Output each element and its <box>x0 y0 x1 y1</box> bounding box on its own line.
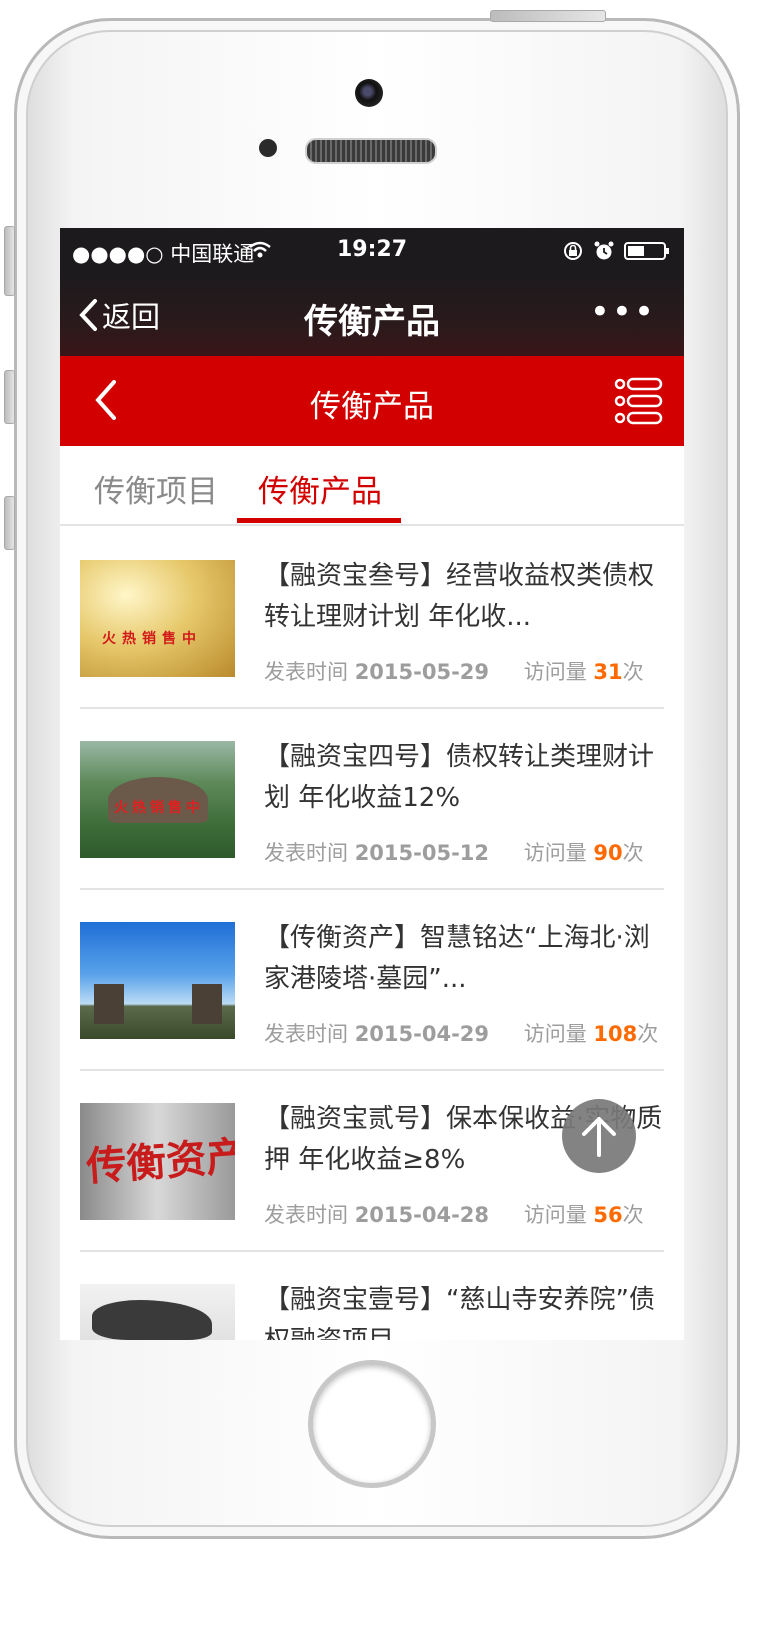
home-button[interactable] <box>308 1360 436 1488</box>
volume-down-button <box>4 496 15 550</box>
item-title: 【融资宝叁号】经营收益权类债权转让理财计划 年化收... <box>264 561 655 632</box>
tab-products[interactable]: 传衡产品 <box>258 466 382 511</box>
mute-switch <box>4 226 15 296</box>
views-label: 访问量 <box>523 841 587 865</box>
view-count: 90 <box>593 841 623 865</box>
phone-screen: ●●●●○ 中国联通 19:27 返回 传衡产品 ••• 传衡产品 传衡项目 传… <box>60 228 684 1340</box>
list-menu-icon <box>614 377 663 425</box>
item-meta: 发表时间 2015-04-28 访问量 56次 <box>264 1199 644 1229</box>
tab-bar: 传衡项目 传衡产品 <box>60 446 684 526</box>
active-tab-indicator <box>237 518 401 523</box>
earpiece-speaker <box>305 138 437 164</box>
list-item[interactable]: 【传衡资产】智慧铭达“上海北·浏家港陵塔·墓园”... 发表时间 2015-04… <box>80 890 664 1071</box>
site-header: 传衡产品 <box>60 356 684 446</box>
item-thumbnail <box>80 1284 235 1340</box>
site-title: 传衡产品 <box>310 389 434 425</box>
views-label: 访问量 <box>523 1022 587 1046</box>
power-button <box>490 10 606 22</box>
views-label: 访问量 <box>523 660 587 684</box>
orientation-lock-icon <box>562 240 584 267</box>
tab-projects[interactable]: 传衡项目 <box>94 466 218 511</box>
item-date: 2015-05-29 <box>354 660 490 684</box>
date-label: 发表时间 <box>264 660 348 684</box>
item-date: 2015-04-29 <box>354 1022 490 1046</box>
volume-up-button <box>4 370 15 424</box>
list-item[interactable]: 火热销售中 【融资宝四号】债权转让类理财计划 年化收益12% 发表时间 2015… <box>80 709 664 890</box>
views-label: 访问量 <box>523 1203 587 1227</box>
item-title: 【融资宝壹号】“慈山寺安养院”债权融资项目 <box>264 1285 655 1340</box>
item-thumbnail: 传衡资产 <box>80 1103 235 1220</box>
front-camera <box>355 79 383 107</box>
proximity-sensor <box>259 139 277 157</box>
date-label: 发表时间 <box>264 1022 348 1046</box>
item-thumbnail: 火热销售中 <box>80 741 235 858</box>
thumbnail-caption: 火热销售中 <box>114 800 204 816</box>
item-meta: 发表时间 2015-05-29 访问量 31次 <box>264 656 644 686</box>
view-count: 31 <box>593 660 623 684</box>
item-title: 【传衡资产】智慧铭达“上海北·浏家港陵塔·墓园”... <box>264 923 650 994</box>
item-meta: 发表时间 2015-05-12 访问量 90次 <box>264 837 644 867</box>
pagoda-left <box>94 984 124 1024</box>
menu-button[interactable] <box>614 376 664 430</box>
thumbnail-caption: 传衡资产 <box>84 1133 235 1191</box>
wechat-nav-bar: 返回 传衡产品 ••• <box>60 274 684 356</box>
battery-icon <box>624 241 670 266</box>
scroll-to-top-button[interactable] <box>562 1099 636 1173</box>
item-meta: 发表时间 2015-04-29 访问量 108次 <box>264 1018 658 1048</box>
thumbnail-caption: 火热销售中 <box>102 631 202 647</box>
list-item[interactable]: 火热销售中 【融资宝叁号】经营收益权类债权转让理财计划 年化收... 发表时间 … <box>80 528 664 709</box>
item-thumbnail <box>80 922 235 1039</box>
item-date: 2015-05-12 <box>354 841 490 865</box>
view-count: 108 <box>593 1022 638 1046</box>
list-item[interactable]: 【融资宝壹号】“慈山寺安养院”债权融资项目 <box>80 1252 664 1340</box>
item-thumbnail: 火热销售中 <box>80 560 235 677</box>
pagoda-right <box>192 984 222 1024</box>
article-list: 火热销售中 【融资宝叁号】经营收益权类债权转让理财计划 年化收... 发表时间 … <box>80 528 664 1340</box>
status-bar: ●●●●○ 中国联通 19:27 <box>60 228 684 274</box>
views-unit: 次 <box>637 1022 659 1046</box>
views-unit: 次 <box>622 841 644 865</box>
arrow-up-icon <box>582 1117 616 1157</box>
views-unit: 次 <box>622 1203 644 1227</box>
view-count: 56 <box>593 1203 623 1227</box>
horse-shape <box>92 1300 212 1340</box>
date-label: 发表时间 <box>264 1203 348 1227</box>
more-button[interactable]: ••• <box>590 292 656 332</box>
alarm-icon <box>594 240 614 267</box>
item-title: 【融资宝四号】债权转让类理财计划 年化收益12% <box>264 742 655 813</box>
views-unit: 次 <box>622 660 644 684</box>
date-label: 发表时间 <box>264 841 348 865</box>
item-date: 2015-04-28 <box>354 1203 490 1227</box>
